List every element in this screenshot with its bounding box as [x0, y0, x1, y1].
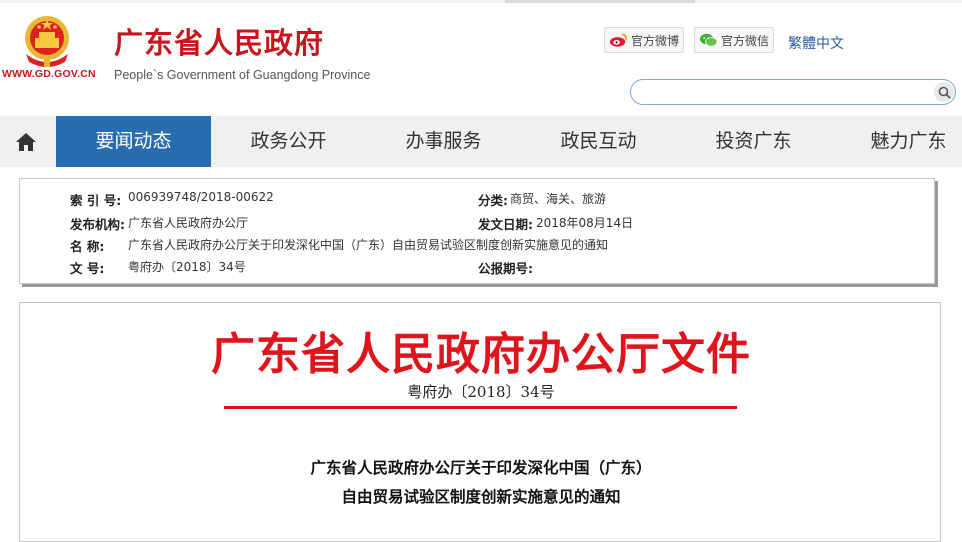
weibo-icon [609, 33, 627, 47]
issuer-label: 发布机构: [70, 217, 125, 232]
nav-item-invest[interactable]: 投资广东 [676, 116, 831, 167]
docno-value: 粤府办〔2018〕34号 [128, 260, 246, 274]
site-header: WWW.GD.GOV.CN 广东省人民政府 People`s Governmen… [0, 0, 962, 116]
search-input[interactable] [639, 83, 933, 103]
search-button[interactable] [934, 82, 954, 102]
document-title-line-2: 自由贸易试验区制度创新实施意见的通知 [341, 487, 621, 506]
nav-item-news[interactable]: 要闻动态 [56, 116, 211, 167]
document-header-title: 广东省人民政府办公厅文件 [211, 329, 751, 380]
home-icon [16, 132, 36, 151]
weibo-button[interactable]: 官方微博 [604, 27, 684, 53]
document-number: 粤府办〔2018〕34号 [407, 383, 555, 401]
top-strip [0, 0, 962, 3]
search-box [630, 79, 956, 105]
wechat-icon [699, 33, 718, 47]
site-title[interactable]: 广东省人民政府 [114, 20, 324, 62]
name-value: 广东省人民政府办公厅关于印发深化中国（广东）自由贸易试验区制度创新实施意见的通知 [128, 238, 609, 252]
national-emblem-icon[interactable] [18, 10, 76, 72]
docno-label: 文 号: [70, 261, 105, 276]
nav-item-charm[interactable]: 魅力广东 [831, 116, 962, 167]
index-label: 索 引 号: [70, 193, 122, 208]
main-nav: 要闻动态 政务公开 办事服务 政民互动 投资广东 魅力广东 [0, 116, 962, 167]
site-url: WWW.GD.GOV.CN [2, 68, 96, 80]
nav-item-government-affairs[interactable]: 政务公开 [211, 116, 366, 167]
nav-item-services[interactable]: 办事服务 [366, 116, 521, 167]
date-value: 2018年08月14日 [536, 216, 634, 230]
site-title-en: People`s Government of Guangdong Provinc… [114, 68, 371, 82]
gazette-label: 公报期号: [478, 261, 533, 276]
index-value: 006939748/2018-00622 [128, 190, 274, 204]
weixin-label: 官方微信 [720, 33, 769, 48]
name-label: 名 称: [70, 239, 105, 254]
weixin-button[interactable]: 官方微信 [694, 27, 774, 53]
search-icon [938, 86, 951, 99]
document-title-line-1: 广东省人民政府办公厅关于印发深化中国（广东） [310, 458, 652, 477]
date-label: 发文日期: [478, 217, 533, 232]
red-divider [224, 406, 737, 409]
nav-item-interaction[interactable]: 政民互动 [521, 116, 676, 167]
category-value: 商贸、海关、旅游 [510, 192, 607, 206]
issuer-value: 广东省人民政府办公厅 [128, 216, 249, 230]
weibo-label: 官方微博 [630, 33, 679, 48]
nav-home-button[interactable] [0, 116, 52, 167]
traditional-chinese-link[interactable]: 繁體中文 [788, 33, 844, 53]
category-label: 分类: [478, 193, 508, 208]
